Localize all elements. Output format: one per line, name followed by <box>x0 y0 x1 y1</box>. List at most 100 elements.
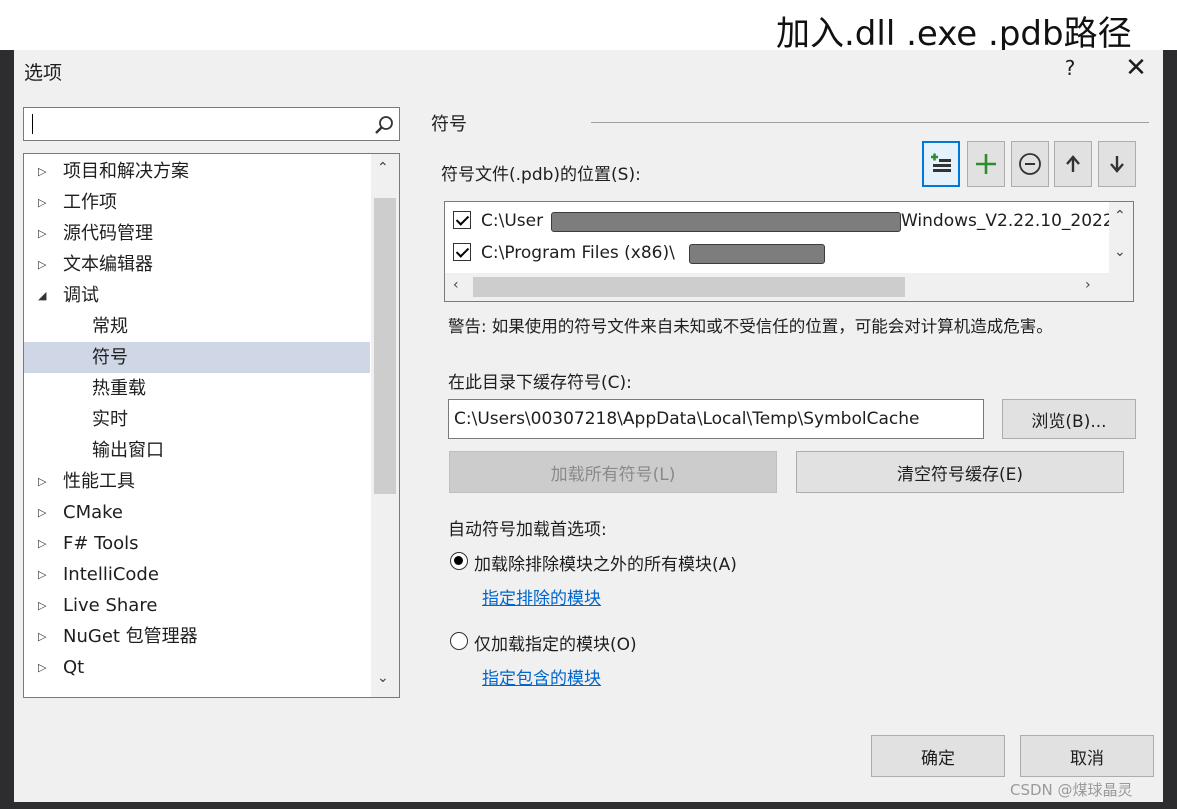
arrow-down-icon <box>1110 156 1124 173</box>
list-item[interactable]: C:\User Windows_V2.22.10_2022 <box>453 206 1114 236</box>
tree-item[interactable]: 热重载 <box>24 373 370 404</box>
expand-arrow-icon[interactable]: ▷ <box>38 466 46 497</box>
tree-item[interactable]: 输出窗口 <box>24 435 370 466</box>
symbol-locations-label: 符号文件(.pdb)的位置(S): <box>441 165 641 185</box>
location-path-start: C:\User <box>481 211 544 231</box>
list-horizontal-scrollbar[interactable]: ‹ › <box>445 273 1133 301</box>
expand-arrow-icon[interactable]: ▷ <box>38 652 46 683</box>
tree-item-label: 工作项 <box>63 192 117 213</box>
specify-excluded-modules-link[interactable]: 指定排除的模块 <box>482 584 601 609</box>
expand-arrow-icon[interactable]: ▷ <box>38 218 46 249</box>
tree-item-label: NuGet 包管理器 <box>63 626 198 647</box>
expand-arrow-icon[interactable]: ▷ <box>38 156 46 187</box>
clear-symbol-cache-button[interactable]: 清空符号缓存(E) <box>796 451 1124 493</box>
options-tree[interactable]: ▷ 项目和解决方案 ▷ 工作项 ▷ 源代码管理 ▷ 文本编辑器 ◢ 调试 常规 符号 热重载 实时 输出窗口… <box>23 153 400 698</box>
list-scroll-thumb[interactable] <box>473 277 905 297</box>
tree-item[interactable]: ▷ NuGet 包管理器 <box>24 621 370 652</box>
tree-item-label: 调试 <box>63 285 99 306</box>
tree-item-label: 源代码管理 <box>63 223 153 244</box>
tree-item[interactable]: ▷ 项目和解决方案 <box>24 156 370 187</box>
expand-arrow-icon[interactable]: ▷ <box>38 559 46 590</box>
tree-item[interactable]: ▷ 文本编辑器 <box>24 249 370 280</box>
list-vertical-scrollbar[interactable]: ⌃ ⌄ <box>1109 202 1133 274</box>
load-only-specified-label[interactable]: 仅加载指定的模块(O) <box>474 630 637 655</box>
search-icon[interactable] <box>373 114 395 136</box>
tree-item-label: 常规 <box>92 316 128 337</box>
close-button[interactable]: ✕ <box>1123 53 1149 83</box>
tree-item[interactable]: ▷ 工作项 <box>24 187 370 218</box>
text-caret <box>32 114 33 134</box>
scroll-up-icon[interactable]: ⌃ <box>1114 208 1126 224</box>
tree-item-label: 实时 <box>92 409 128 430</box>
expand-arrow-icon[interactable]: ▷ <box>38 187 46 218</box>
tree-item[interactable]: ▷ F# Tools <box>24 528 370 559</box>
tree-item[interactable]: ▷ CMake <box>24 497 370 528</box>
options-dialog: 选项 ? ✕ ▷ 项目和解决方案 ▷ 工作项 ▷ 源代码管理 ▷ 文本编辑器 ◢ 调试 常规 符号 热重… <box>14 50 1163 802</box>
tree-item-label: IntelliCode <box>63 564 159 585</box>
minus-circle-icon <box>1019 153 1041 175</box>
symbol-locations-list[interactable]: C:\User Windows_V2.22.10_2022 C:\Program… <box>444 201 1134 302</box>
ide-background-right <box>1163 50 1177 809</box>
scroll-down-icon[interactable]: ⌄ <box>377 670 389 686</box>
load-all-except-excluded-label[interactable]: 加载除排除模块之外的所有模块(A) <box>474 550 737 575</box>
redacted-path <box>689 244 825 264</box>
tree-item[interactable]: ▷ Live Share <box>24 590 370 621</box>
auto-load-label: 自动符号加载首选项: <box>448 520 607 540</box>
cancel-button[interactable]: 取消 <box>1020 735 1154 777</box>
add-location-button[interactable] <box>967 141 1005 187</box>
ok-button[interactable]: 确定 <box>871 735 1005 777</box>
tree-item[interactable]: ▷ IntelliCode <box>24 559 370 590</box>
tree-scrollbar[interactable]: ⌃ ⌄ <box>371 154 399 697</box>
new-folder-button[interactable] <box>922 141 960 187</box>
tree-item-label: 性能工具 <box>63 471 135 492</box>
expand-arrow-icon[interactable]: ▷ <box>38 497 46 528</box>
location-checkbox[interactable] <box>453 211 471 229</box>
tree-item-label: F# Tools <box>63 533 139 554</box>
tree-scroll-thumb[interactable] <box>374 198 396 494</box>
list-item[interactable]: C:\Program Files (x86)\ <box>453 238 1113 268</box>
scroll-right-icon[interactable]: › <box>1085 277 1091 293</box>
watermark-text: CSDN @煤球晶灵 <box>1010 781 1133 799</box>
dialog-title: 选项 <box>24 62 63 84</box>
arrow-up-icon <box>1066 155 1080 172</box>
options-search-input[interactable] <box>23 107 400 141</box>
scroll-down-icon[interactable]: ⌄ <box>1114 244 1126 260</box>
browse-button[interactable]: 浏览(B)... <box>1002 399 1136 439</box>
location-path: C:\Program Files (x86)\ <box>481 243 675 263</box>
ide-background-bottom <box>0 802 1177 809</box>
tree-item-label: CMake <box>63 502 123 523</box>
expand-arrow-icon[interactable]: ▷ <box>38 590 46 621</box>
expand-arrow-icon[interactable]: ▷ <box>38 528 46 559</box>
section-divider <box>591 122 1149 123</box>
load-only-specified-radio[interactable] <box>450 632 468 650</box>
expand-arrow-icon[interactable]: ▷ <box>38 249 46 280</box>
help-button[interactable]: ? <box>1058 56 1082 80</box>
tree-item-label: 文本编辑器 <box>63 254 153 275</box>
remove-location-button[interactable] <box>1011 141 1049 187</box>
tree-item[interactable]: 符号 <box>24 342 370 373</box>
tree-item-label: 输出窗口 <box>92 440 164 461</box>
ide-background-left <box>0 50 14 809</box>
annotation-text: 加入.dll .exe .pdb路径 <box>776 14 1132 54</box>
tree-item-label: 符号 <box>92 347 128 368</box>
move-down-button[interactable] <box>1098 141 1136 187</box>
move-up-button[interactable] <box>1054 141 1092 187</box>
specify-included-modules-link[interactable]: 指定包含的模块 <box>482 664 601 689</box>
tree-item[interactable]: ▷ 性能工具 <box>24 466 370 497</box>
tree-item[interactable]: 实时 <box>24 404 370 435</box>
tree-item[interactable]: ◢ 调试 <box>24 280 370 311</box>
load-all-symbols-button[interactable]: 加载所有符号(L) <box>449 451 777 493</box>
redacted-path <box>551 212 901 232</box>
tree-item[interactable]: ▷ 源代码管理 <box>24 218 370 249</box>
tree-item-label: Live Share <box>63 595 158 616</box>
scroll-up-icon[interactable]: ⌃ <box>377 160 389 176</box>
expand-arrow-icon[interactable]: ▷ <box>38 621 46 652</box>
cache-directory-input[interactable]: C:\Users\00307218\AppData\Local\Temp\Sym… <box>448 399 984 439</box>
scroll-left-icon[interactable]: ‹ <box>453 277 459 293</box>
location-checkbox[interactable] <box>453 243 471 261</box>
load-symbols-list-icon <box>931 153 951 172</box>
load-all-except-excluded-radio[interactable] <box>450 552 468 570</box>
tree-item[interactable]: ▷ Qt <box>24 652 370 683</box>
collapse-arrow-icon[interactable]: ◢ <box>38 280 46 311</box>
tree-item[interactable]: 常规 <box>24 311 370 342</box>
